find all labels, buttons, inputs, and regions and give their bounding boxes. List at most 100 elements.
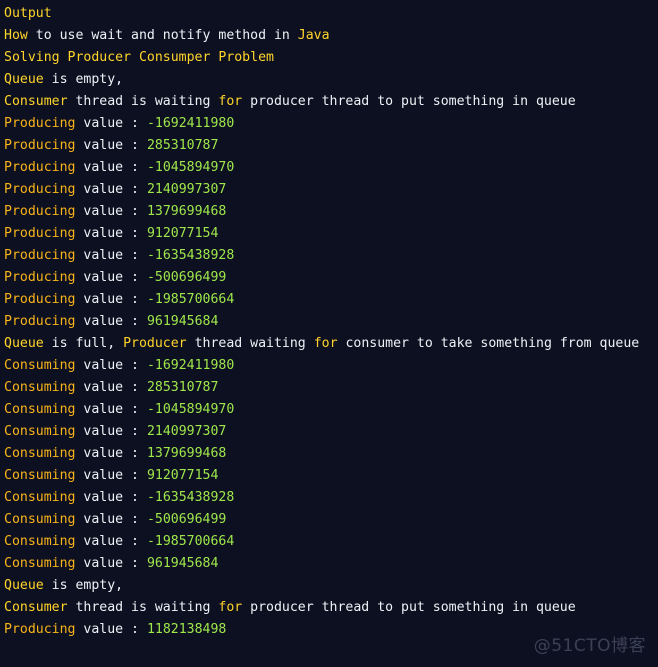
console-token: -1985700664 — [146, 292, 235, 307]
console-token: : — [123, 534, 147, 549]
console-token: value — [75, 204, 124, 219]
console-token: : — [123, 314, 147, 329]
console-token: value — [75, 160, 124, 175]
console-token: : — [123, 204, 147, 219]
console-token: consumer to take something from queue — [337, 336, 640, 351]
line-heading-1: How to use wait and notify method in Jav… — [4, 25, 658, 47]
console-token: -1985700664 — [146, 534, 235, 549]
console-token: : — [123, 138, 147, 153]
console-token: thread is waiting — [67, 94, 219, 109]
console-token: Consumer — [4, 94, 68, 109]
line-consuming-9: Consuming value : -1985700664 — [4, 531, 658, 553]
console-token: 2140997307 — [146, 182, 227, 197]
console-token: value — [75, 358, 124, 373]
line-producing-2: Producing value : 285310787 — [4, 135, 658, 157]
console-token: value — [75, 138, 124, 153]
line-queue-full: Queue is full, Producer thread waiting f… — [4, 333, 658, 355]
console-token: Queue — [4, 72, 44, 87]
line-queue-empty-1: Queue is empty, Consumer thread is waitin… — [4, 69, 658, 113]
line-producing-8: Producing value : -500696499 — [4, 267, 658, 289]
line-output-title: Output — [4, 3, 658, 25]
console-token: 1379699468 — [146, 446, 227, 461]
console-token: Consuming — [4, 490, 76, 505]
console-token: 285310787 — [146, 380, 219, 395]
line-consuming-8: Consuming value : -500696499 — [4, 509, 658, 531]
console-token: for — [218, 600, 243, 615]
console-token: Producing — [4, 270, 76, 285]
console-token: value — [75, 270, 124, 285]
line-producing-5: Producing value : 1379699468 — [4, 201, 658, 223]
line-consuming-3: Consuming value : -1045894970 — [4, 399, 658, 421]
console-token: producer thread to put something in queu… — [242, 94, 576, 109]
console-token: for — [218, 94, 243, 109]
console-token: is full, — [43, 336, 124, 351]
console-token: : — [123, 402, 147, 417]
console-token: Output — [4, 6, 52, 21]
line-consuming-2: Consuming value : 285310787 — [4, 377, 658, 399]
console-token: Java — [297, 28, 330, 43]
console-token: -1635438928 — [146, 490, 235, 505]
line-producing-11: Producing value : 1182138498 — [4, 619, 658, 641]
console-token: Producing — [4, 314, 76, 329]
console-token: value — [75, 446, 124, 461]
console-token: Producing — [4, 226, 76, 241]
console-token: : — [123, 358, 147, 373]
console-token: : — [123, 160, 147, 175]
console-token: -500696499 — [146, 270, 227, 285]
console-token: value — [75, 292, 124, 307]
console-token: 961945684 — [146, 314, 219, 329]
console-token: : — [123, 248, 147, 263]
console-token: value — [75, 380, 124, 395]
console-token: -1635438928 — [146, 248, 235, 263]
console-token: Consuming — [4, 446, 76, 461]
console-token: value — [75, 314, 124, 329]
console-token: value — [75, 248, 124, 263]
line-consuming-4: Consuming value : 2140997307 — [4, 421, 658, 443]
console-token: Consuming — [4, 534, 76, 549]
console-token: Producing — [4, 160, 76, 175]
console-token: Consuming — [4, 468, 76, 483]
console-token: : — [123, 468, 147, 483]
console-token: Producing — [4, 248, 76, 263]
console-token: Consuming — [4, 358, 76, 373]
console-token: Solving Producer Consumper Problem — [4, 50, 274, 65]
console-token: 912077154 — [146, 226, 219, 241]
console-token: -1045894970 — [146, 402, 235, 417]
console-token: Producing — [4, 138, 76, 153]
console-token: : — [123, 622, 147, 637]
console-token: -500696499 — [146, 512, 227, 527]
console-token: to use wait and notify method in — [27, 28, 298, 43]
console-token: 285310787 — [146, 138, 219, 153]
console-token: value — [75, 226, 124, 241]
console-token: Producing — [4, 116, 76, 131]
line-consuming-6: Consuming value : 912077154 — [4, 465, 658, 487]
console-token: 2140997307 — [146, 424, 227, 439]
console-token: value — [75, 512, 124, 527]
console-token: : — [123, 380, 147, 395]
line-consuming-10: Consuming value : 961945684 — [4, 553, 658, 575]
console-token: value — [75, 622, 124, 637]
console-token: Consumer — [4, 600, 68, 615]
console-output-panel[interactable]: Output How to use wait and notify method … — [0, 0, 658, 667]
console-token: producer thread to put something in queu… — [242, 600, 576, 615]
console-token: Producing — [4, 182, 76, 197]
line-producing-10: Producing value : 961945684 — [4, 311, 658, 333]
console-token: Producing — [4, 292, 76, 307]
console-token: : — [123, 424, 147, 439]
console-token: thread is waiting — [67, 600, 219, 615]
line-producing-3: Producing value : -1045894970 — [4, 157, 658, 179]
console-token: : — [123, 292, 147, 307]
console-token: Producing — [4, 622, 76, 637]
line-producing-6: Producing value : 912077154 — [4, 223, 658, 245]
console-token: -1045894970 — [146, 160, 235, 175]
console-token: 912077154 — [146, 468, 219, 483]
console-token: : — [123, 490, 147, 505]
console-token: -1692411980 — [146, 116, 235, 131]
console-token: Queue — [4, 578, 44, 593]
console-token: Queue — [4, 336, 44, 351]
console-token: value — [75, 556, 124, 571]
console-token: is empty, — [43, 578, 124, 593]
console-token: : — [123, 270, 147, 285]
console-token: -1692411980 — [146, 358, 235, 373]
console-token: value — [75, 402, 124, 417]
